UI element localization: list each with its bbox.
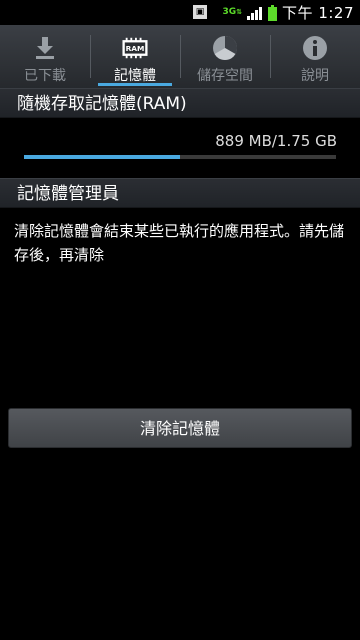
- tab-storage[interactable]: 儲存空間: [180, 25, 270, 88]
- network-type-label: 3G: [222, 7, 237, 17]
- clear-memory-button[interactable]: 清除記憶體: [8, 408, 352, 448]
- ram-usage-bar-fill: [24, 155, 180, 159]
- tab-help-label: 說明: [301, 68, 329, 84]
- clock-time: 下午 1:27: [282, 4, 354, 22]
- ram-usage-bar: [24, 155, 336, 159]
- ram-icon: RAM: [122, 35, 148, 61]
- ram-section-header: 隨機存取記憶體(RAM): [0, 88, 360, 118]
- tab-downloaded[interactable]: 已下載: [0, 25, 90, 88]
- battery-icon: [268, 4, 278, 21]
- ram-usage-text: 889 MB/1.75 GB: [215, 132, 337, 150]
- status-bar: ▣ 3G ⇅ 下午 1:27: [0, 0, 360, 25]
- memory-manager-description: 清除記憶體會結束某些已執行的應用程式。請先儲存後，再清除: [14, 222, 345, 264]
- tab-ram-label: 記憶體: [114, 68, 156, 84]
- tab-ram[interactable]: RAM 記憶體: [90, 25, 180, 88]
- tab-downloaded-label: 已下載: [24, 68, 66, 84]
- ram-icon-text: RAM: [126, 44, 145, 53]
- info-icon: [302, 35, 328, 61]
- 3g-data-icon: 3G ⇅: [222, 7, 243, 17]
- signal-icon: [247, 6, 263, 20]
- tab-storage-label: 儲存空間: [197, 68, 253, 84]
- download-icon: [32, 35, 58, 61]
- storage-pie-icon: [212, 35, 238, 61]
- tab-bar: 已下載 RAM 記憶體 儲存空間 說明: [0, 25, 360, 89]
- memory-manager-header: 記憶體管理員: [0, 178, 360, 208]
- tab-help[interactable]: 說明: [270, 25, 360, 88]
- notification-image-icon: ▣: [193, 5, 207, 19]
